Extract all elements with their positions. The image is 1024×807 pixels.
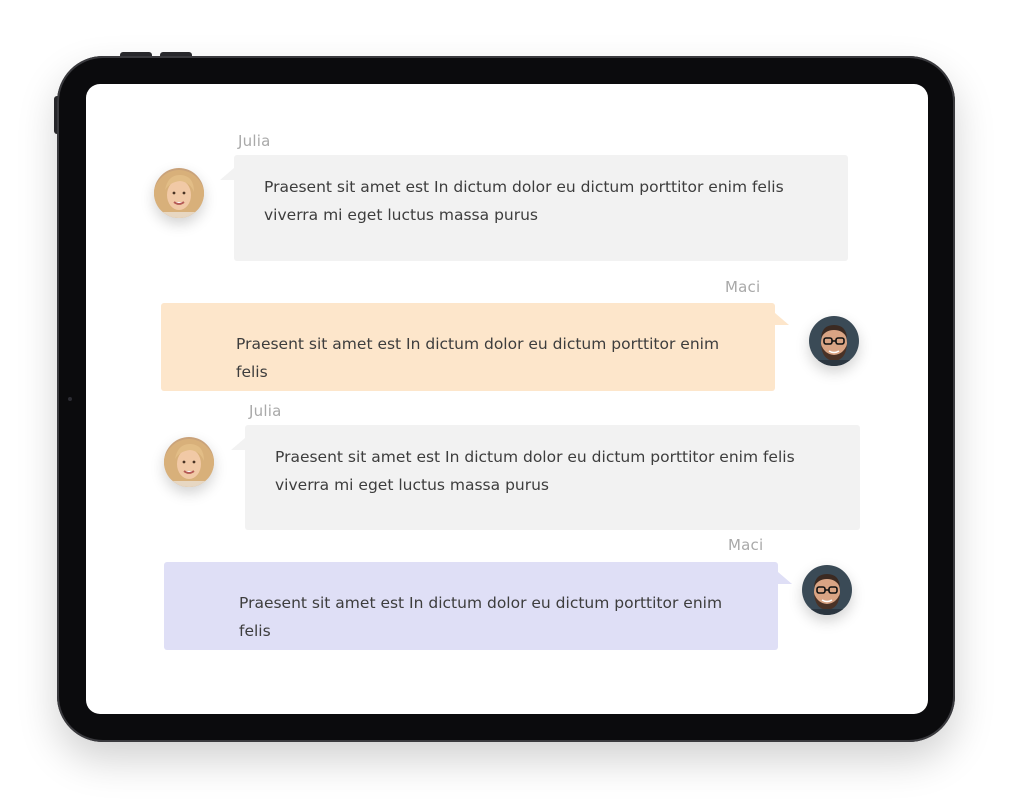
message-text: Praesent sit amet est In dictum dolor eu… <box>264 178 784 224</box>
bubble-tail <box>231 438 245 450</box>
message-bubble-incoming[interactable]: Praesent sit amet est In dictum dolor eu… <box>245 425 860 530</box>
man-avatar-icon <box>802 565 852 615</box>
message-text: Praesent sit amet est In dictum dolor eu… <box>236 335 720 381</box>
sender-name: Julia <box>238 132 271 150</box>
message-text: Praesent sit amet est In dictum dolor eu… <box>239 594 723 640</box>
man-avatar[interactable] <box>809 316 859 366</box>
camera-icon <box>68 397 72 401</box>
woman-avatar[interactable] <box>154 168 204 218</box>
message-bubble-outgoing[interactable]: Praesent sit amet est In dictum dolor eu… <box>161 303 775 391</box>
woman-avatar-icon <box>154 168 204 218</box>
sender-name: Maci <box>728 536 764 554</box>
message-bubble-outgoing[interactable]: Praesent sit amet est In dictum dolor eu… <box>164 562 778 650</box>
woman-avatar-icon <box>164 437 214 487</box>
woman-avatar[interactable] <box>164 437 214 487</box>
bubble-tail <box>775 313 789 325</box>
man-avatar[interactable] <box>802 565 852 615</box>
stage: Julia Praesent sit amet est In dictum do… <box>0 0 1024 807</box>
bubble-tail <box>778 572 792 584</box>
message-text: Praesent sit amet est In dictum dolor eu… <box>275 448 795 494</box>
bubble-tail <box>220 168 234 180</box>
chat-screen[interactable]: Julia Praesent sit amet est In dictum do… <box>86 84 928 714</box>
message-bubble-incoming[interactable]: Praesent sit amet est In dictum dolor eu… <box>234 155 848 261</box>
man-avatar-icon <box>809 316 859 366</box>
sender-name: Julia <box>249 402 282 420</box>
sender-name: Maci <box>725 278 761 296</box>
